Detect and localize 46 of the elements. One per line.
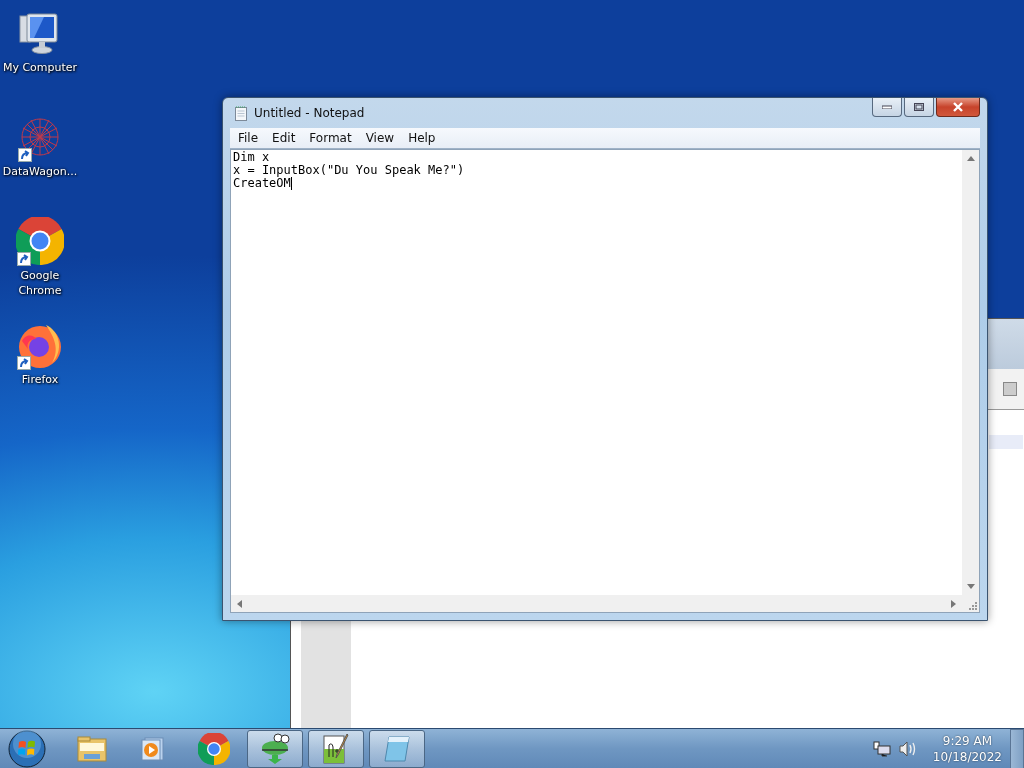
menu-item[interactable]: Edit [266, 131, 302, 145]
desktop-icon-label[interactable]: Google Chrome [1, 268, 79, 298]
desktop-icon-label[interactable]: DataWagon... [2, 164, 78, 179]
taskbar-button[interactable] [308, 729, 364, 768]
notepad-icon [233, 105, 249, 121]
close-icon [952, 102, 964, 112]
close-button[interactable] [936, 98, 980, 117]
browser-icon [198, 732, 230, 765]
text-cursor [290, 177, 292, 190]
scroll-up-icon[interactable] [966, 156, 975, 161]
taskbar-button[interactable] [247, 729, 303, 768]
menu-item[interactable]: View [359, 131, 401, 145]
minimize-icon [882, 105, 892, 109]
speaker-icon[interactable] [898, 740, 917, 757]
minimize-button[interactable] [872, 98, 902, 117]
maximize-icon [914, 103, 924, 111]
clock-time: 9:29 AM [942, 732, 993, 749]
text-line: Dim x [233, 151, 270, 164]
taskbar-button[interactable] [369, 729, 425, 768]
horizontal-scrollbar[interactable] [231, 595, 962, 612]
media-player-icon [139, 734, 167, 763]
folder-icon [76, 734, 108, 763]
start-button[interactable] [8, 729, 46, 768]
text-line: CreateOM [233, 177, 291, 190]
notepad-pencil-icon [321, 732, 351, 765]
scroll-right-icon[interactable] [951, 599, 956, 608]
desktop-icon-label[interactable]: Firefox [21, 372, 59, 387]
network-icon[interactable] [872, 740, 891, 757]
menu-item[interactable]: File [232, 131, 265, 145]
shortcut-arrow-icon [18, 148, 32, 162]
window-title: Untitled - Notepad [254, 106, 365, 120]
scroll-down-icon[interactable] [966, 584, 975, 589]
desktop-icon-label[interactable]: My Computer [2, 60, 78, 75]
clock-date: 10/18/2022 [932, 748, 1002, 765]
browser-icon[interactable] [16, 217, 64, 265]
shortcut-arrow-icon [17, 252, 31, 266]
menu-item[interactable]: Help [402, 131, 442, 145]
text-line: x = InputBox("Du You Speak Me?") [233, 164, 465, 177]
scroll-left-icon[interactable] [237, 599, 242, 608]
shortcut-arrow-icon [17, 356, 31, 370]
vertical-scrollbar[interactable] [962, 150, 979, 595]
maximize-button[interactable] [904, 98, 934, 117]
resize-grip-icon[interactable] [969, 602, 977, 610]
notepad-icon [381, 733, 413, 764]
menu-item[interactable]: Format [303, 131, 358, 145]
show-desktop-button[interactable] [1010, 728, 1024, 768]
